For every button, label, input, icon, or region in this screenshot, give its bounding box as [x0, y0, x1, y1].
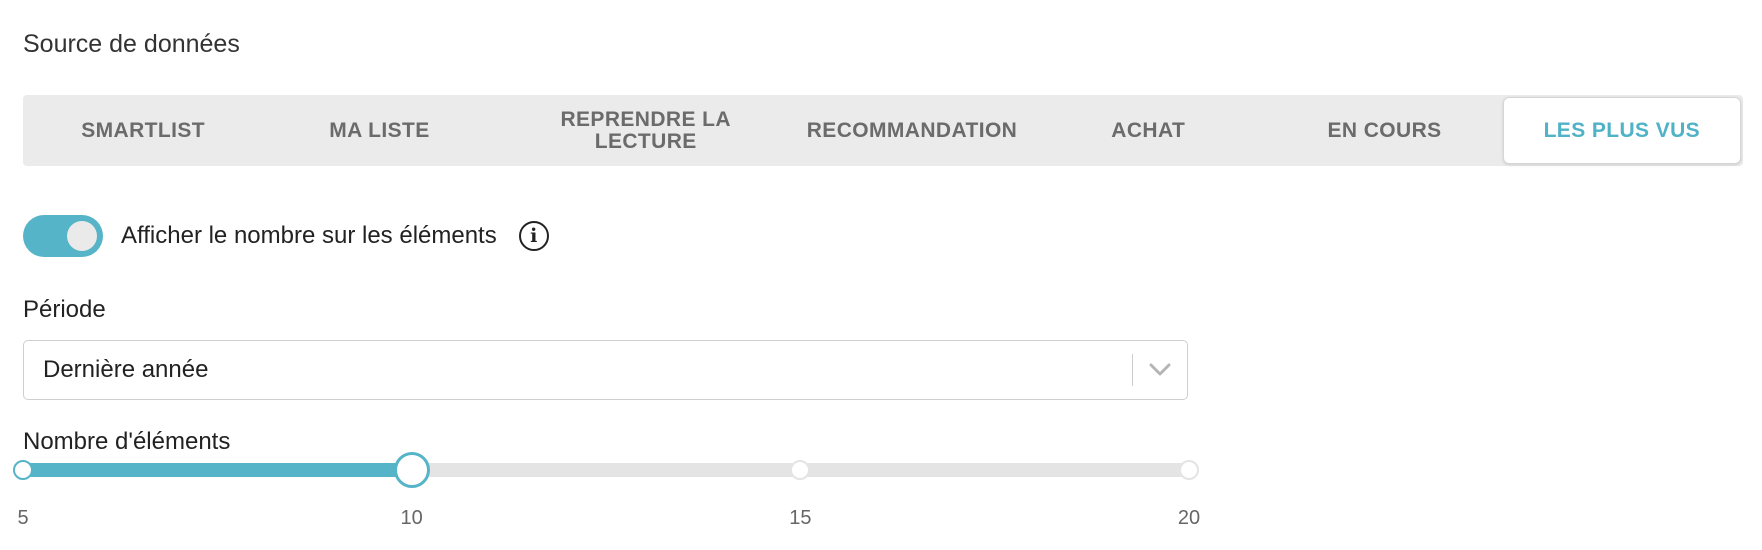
toggle-knob	[67, 221, 97, 251]
period-label: Période	[23, 296, 106, 323]
slider-track	[23, 463, 412, 477]
tab-smartlist[interactable]: SMARTLIST	[25, 97, 261, 164]
tab-ma-liste[interactable]: MA LISTE	[261, 97, 497, 164]
tab-recommandation[interactable]: RECOMMANDATION	[794, 97, 1030, 164]
period-select[interactable]: Dernière année	[23, 340, 1188, 400]
tab-achat[interactable]: ACHAT	[1030, 97, 1266, 164]
chevron-down-icon[interactable]	[1133, 340, 1187, 400]
section-title: Source de données	[23, 30, 240, 58]
slider-mark: 10	[400, 507, 423, 529]
slider-dot[interactable]	[13, 460, 33, 480]
show-count-toggle[interactable]	[23, 215, 103, 257]
count-slider[interactable]: 5 10 15 20	[13, 452, 1200, 529]
slider-dot[interactable]	[1179, 460, 1199, 480]
show-count-row: Afficher le nombre sur les éléments i	[23, 215, 549, 257]
slider-mark: 15	[789, 507, 812, 529]
info-icon[interactable]: i	[518, 221, 549, 251]
count-label: Nombre d'éléments	[23, 428, 231, 455]
tab-les-plus-vus[interactable]: LES PLUS VUS	[1502, 97, 1741, 164]
slider-mark: 20	[1177, 507, 1201, 529]
period-select-value: Dernière année	[43, 356, 209, 383]
slider-dot[interactable]	[790, 460, 811, 480]
tab-en-cours[interactable]: EN COURS	[1266, 97, 1502, 164]
tab-reprendre-la-lecture[interactable]: REPRENDRE LA LECTURE	[498, 97, 794, 164]
slider-handle[interactable]	[393, 452, 430, 488]
slider-mark: 5	[17, 507, 29, 529]
show-count-label: Afficher le nombre sur les éléments	[121, 222, 497, 249]
data-source-tabs: SMARTLIST MA LISTE REPRENDRE LA LECTURE …	[23, 95, 1743, 166]
